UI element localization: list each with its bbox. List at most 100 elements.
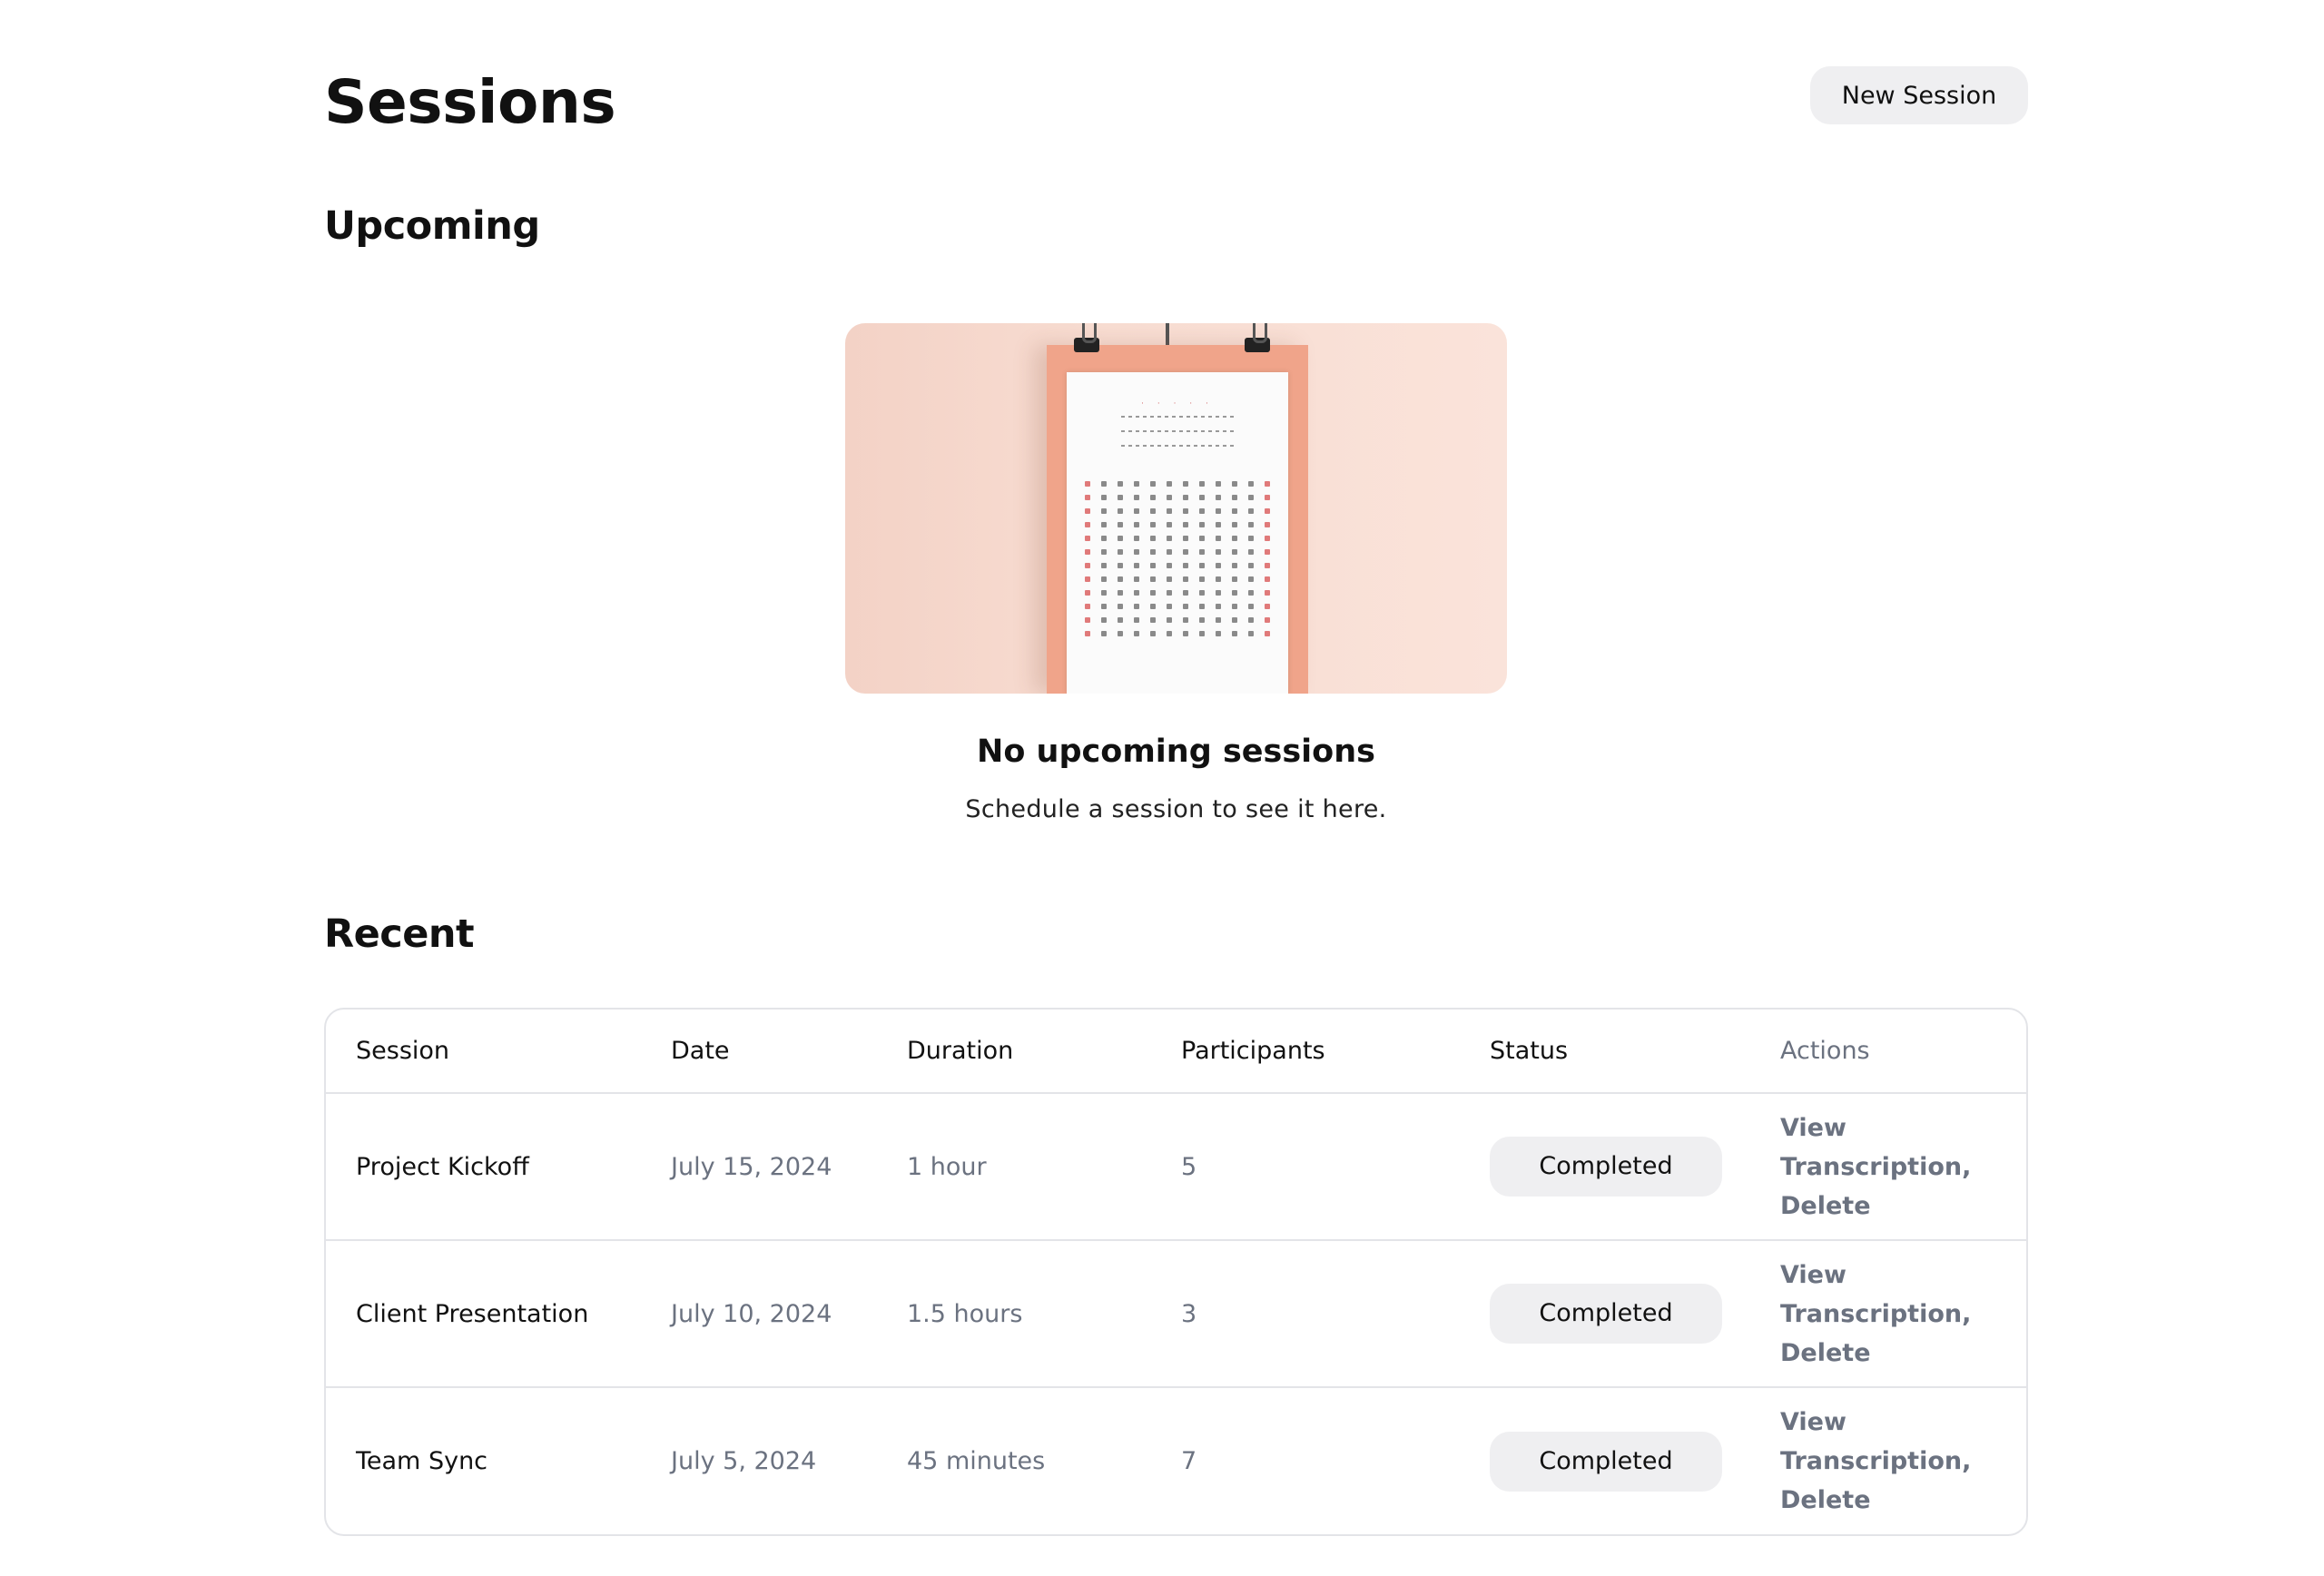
calendar-day-mark — [1183, 563, 1188, 568]
calendar-day-mark — [1118, 481, 1123, 487]
calendar-illustration: · · · · · — [845, 323, 1507, 694]
upcoming-section-title: Upcoming — [324, 203, 540, 249]
new-session-button[interactable]: New Session — [1810, 66, 2028, 124]
view-transcription-link[interactable]: View Transcription — [1780, 1408, 1962, 1475]
calendar-day-mark — [1085, 590, 1090, 596]
participants-cell: 3 — [1151, 1240, 1460, 1388]
session-name-cell: Project Kickoff — [326, 1093, 641, 1241]
page-title: Sessions — [324, 67, 616, 137]
calendar-day-mark — [1199, 604, 1205, 609]
calendar-day-mark — [1134, 617, 1139, 623]
calendar-day-mark — [1118, 563, 1123, 568]
calendar-day-mark — [1199, 549, 1205, 555]
calendar-day-mark — [1101, 508, 1107, 514]
calendar-day-mark — [1183, 495, 1188, 500]
sessions-page: Sessions New Session Upcoming · · · · · … — [324, 0, 2028, 1536]
calendar-day-mark — [1085, 536, 1090, 541]
empty-state-subtitle: Schedule a session to see it here. — [965, 795, 1387, 823]
calendar-day-mark — [1167, 563, 1172, 568]
recent-sessions-table: Session Date Duration Participants Statu… — [324, 1008, 2028, 1536]
calendar-day-mark — [1101, 617, 1107, 623]
column-header-date[interactable]: Date — [641, 1010, 877, 1094]
calendar-day-mark — [1150, 576, 1156, 582]
calendar-day-mark — [1248, 522, 1254, 527]
column-header-duration[interactable]: Duration — [877, 1010, 1151, 1094]
delete-link[interactable]: Delete — [1780, 1486, 1871, 1514]
calendar-day-mark — [1183, 590, 1188, 596]
calendar-day-mark — [1167, 481, 1172, 487]
calendar-day-mark — [1085, 549, 1090, 555]
binder-clip-icon — [1245, 323, 1270, 352]
calendar-day-mark — [1248, 549, 1254, 555]
column-header-participants[interactable]: Participants — [1151, 1010, 1460, 1094]
table-header-row: Session Date Duration Participants Statu… — [326, 1010, 2026, 1094]
calendar-day-mark — [1232, 617, 1237, 623]
calendar-day-mark — [1216, 481, 1221, 487]
calendar-day-mark — [1248, 495, 1254, 500]
calendar-day-mark — [1085, 604, 1090, 609]
calendar-day-mark — [1118, 631, 1123, 636]
recent-section-title: Recent — [324, 911, 475, 957]
calendar-day-mark — [1183, 522, 1188, 527]
calendar-day-mark — [1101, 495, 1107, 500]
calendar-day-mark — [1232, 522, 1237, 527]
calendar-day-mark — [1183, 604, 1188, 609]
calendar-day-mark — [1216, 549, 1221, 555]
calendar-day-mark — [1248, 617, 1254, 623]
calendar-day-mark — [1101, 590, 1107, 596]
view-transcription-link[interactable]: View Transcription — [1780, 1114, 1962, 1181]
column-header-status[interactable]: Status — [1460, 1010, 1750, 1094]
participants-cell: 5 — [1151, 1093, 1460, 1241]
calendar-day-mark — [1248, 604, 1254, 609]
calendar-day-mark — [1232, 495, 1237, 500]
table-row[interactable]: Team Sync July 5, 2024 45 minutes 7 Comp… — [326, 1387, 2026, 1534]
table-row[interactable]: Client Presentation July 10, 2024 1.5 ho… — [326, 1240, 2026, 1388]
calendar-day-mark — [1248, 631, 1254, 636]
calendar-day-mark — [1265, 508, 1270, 514]
calendar-day-mark — [1232, 590, 1237, 596]
column-header-session[interactable]: Session — [326, 1010, 641, 1094]
calendar-day-mark — [1134, 508, 1139, 514]
table-row[interactable]: Project Kickoff July 15, 2024 1 hour 5 C… — [326, 1093, 2026, 1241]
calendar-day-mark — [1265, 590, 1270, 596]
calendar-day-mark — [1216, 563, 1221, 568]
delete-link[interactable]: Delete — [1780, 1192, 1871, 1220]
calendar-day-mark — [1248, 590, 1254, 596]
status-badge: Completed — [1490, 1431, 1722, 1492]
actions-cell: View Transcription, Delete — [1750, 1093, 2026, 1241]
date-cell: July 15, 2024 — [641, 1093, 877, 1241]
status-badge: Completed — [1490, 1284, 1722, 1344]
calendar-day-mark — [1101, 604, 1107, 609]
calendar-day-mark — [1199, 536, 1205, 541]
session-name-cell: Team Sync — [356, 1447, 488, 1475]
calendar-day-mark — [1101, 522, 1107, 527]
calendar-day-mark — [1216, 590, 1221, 596]
view-transcription-link[interactable]: View Transcription — [1780, 1261, 1962, 1328]
binder-clip-icon — [1074, 323, 1099, 352]
calendar-day-mark — [1134, 631, 1139, 636]
calendar-day-mark — [1265, 549, 1270, 555]
calendar-day-mark — [1183, 549, 1188, 555]
calendar-day-mark — [1118, 508, 1123, 514]
calendar-day-mark — [1232, 631, 1237, 636]
calendar-day-mark — [1134, 536, 1139, 541]
calendar-day-mark — [1118, 549, 1123, 555]
calendar-day-mark — [1085, 631, 1090, 636]
calendar-day-mark — [1216, 576, 1221, 582]
delete-link[interactable]: Delete — [1780, 1339, 1871, 1367]
calendar-day-mark — [1167, 576, 1172, 582]
status-cell: Completed — [1460, 1240, 1750, 1388]
session-name-cell: Client Presentation — [326, 1240, 641, 1388]
calendar-day-mark — [1248, 536, 1254, 541]
calendar-board: · · · · · — [1047, 323, 1308, 694]
calendar-day-mark — [1118, 495, 1123, 500]
date-cell: July 10, 2024 — [641, 1240, 877, 1388]
calendar-day-mark — [1232, 576, 1237, 582]
calendar-day-mark — [1216, 631, 1221, 636]
calendar-day-mark — [1199, 508, 1205, 514]
calendar-day-mark — [1150, 604, 1156, 609]
calendar-day-mark — [1150, 590, 1156, 596]
calendar-day-mark — [1265, 631, 1270, 636]
calendar-day-mark — [1216, 508, 1221, 514]
actions-separator: , — [1962, 1299, 1972, 1328]
